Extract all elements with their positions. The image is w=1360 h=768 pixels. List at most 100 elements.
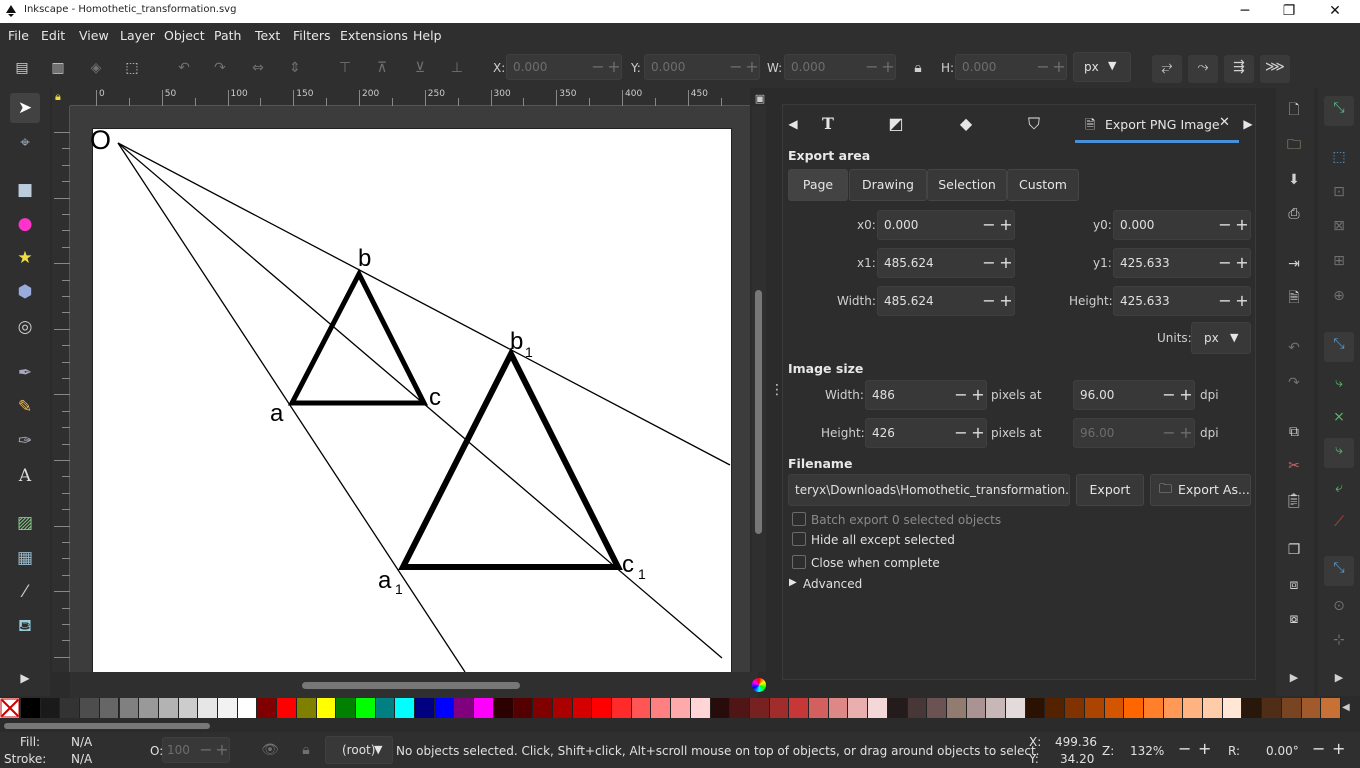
- flip-vertical-icon[interactable]: ⇕: [283, 56, 307, 80]
- snap-bbox-icon[interactable]: ⬚: [1327, 145, 1351, 169]
- snap-paths-icon[interactable]: ⤷: [1327, 371, 1351, 395]
- menu-help[interactable]: Help: [413, 28, 442, 43]
- color-swatch[interactable]: [769, 698, 790, 718]
- color-swatch[interactable]: [612, 698, 632, 718]
- 3d-box-tool-icon[interactable]: ⬢: [10, 277, 40, 307]
- color-swatch[interactable]: [434, 698, 455, 718]
- tab-export-png[interactable]: 🗎 Export PNG Image ✕: [1075, 105, 1239, 143]
- snap-nodes-icon[interactable]: ⤡: [1324, 332, 1354, 362]
- export-as-button[interactable]: 🗀 Export As...: [1150, 474, 1251, 506]
- color-swatch[interactable]: [395, 698, 416, 718]
- color-swatch[interactable]: [336, 698, 356, 718]
- raise-to-top-icon[interactable]: ⊤: [333, 56, 357, 80]
- color-swatch[interactable]: [454, 698, 475, 718]
- color-swatch[interactable]: [375, 698, 396, 718]
- color-swatch[interactable]: [474, 698, 494, 718]
- color-swatch[interactable]: [198, 698, 218, 718]
- color-swatch[interactable]: [927, 698, 947, 718]
- color-swatch[interactable]: [493, 698, 514, 718]
- snap-others-icon[interactable]: ⤡: [1324, 556, 1354, 586]
- clone-icon[interactable]: ⧈: [1282, 573, 1306, 597]
- document-properties-tab-icon[interactable]: ⛉: [1019, 105, 1049, 143]
- color-swatch[interactable]: [40, 698, 61, 718]
- y-field[interactable]: 0.000− +: [644, 54, 760, 80]
- color-swatch[interactable]: [1242, 698, 1263, 718]
- color-swatch[interactable]: [848, 698, 869, 718]
- fill-value[interactable]: N/A: [71, 735, 92, 749]
- x-field[interactable]: 0.000− +: [506, 54, 622, 80]
- y0-field[interactable]: 0.000− +: [1113, 210, 1251, 240]
- menu-filters[interactable]: Filters: [293, 28, 330, 43]
- unlink-clone-icon[interactable]: ⧇: [1282, 607, 1306, 631]
- menu-object[interactable]: Object: [164, 28, 205, 43]
- color-swatch[interactable]: [99, 698, 120, 718]
- stroke-value[interactable]: N/A: [71, 752, 92, 766]
- color-swatch[interactable]: [1163, 698, 1184, 718]
- tab-scroll-left-icon[interactable]: ◀: [785, 105, 801, 143]
- color-swatch[interactable]: [1065, 698, 1085, 718]
- palette-scrollbar[interactable]: [0, 720, 1360, 732]
- color-swatch[interactable]: [572, 698, 593, 718]
- color-swatch[interactable]: [237, 698, 258, 718]
- minimize-button[interactable]: ─: [1222, 0, 1268, 23]
- zoom-out-icon[interactable]: −: [1178, 739, 1191, 758]
- lock-icon[interactable]: 🔒︎: [906, 56, 930, 80]
- color-swatch[interactable]: [946, 698, 967, 718]
- selection-area-button[interactable]: Selection: [927, 169, 1007, 201]
- custom-area-button[interactable]: Custom: [1007, 169, 1079, 201]
- color-swatch[interactable]: [257, 698, 278, 718]
- color-swatch[interactable]: [592, 698, 613, 718]
- rectangle-tool-icon[interactable]: ■: [10, 175, 40, 205]
- dropper-tool-icon[interactable]: ⁄: [10, 577, 40, 607]
- opacity-field[interactable]: 100− +: [162, 737, 230, 763]
- snap-smooth-nodes-icon[interactable]: ⤶: [1327, 476, 1351, 500]
- color-swatch[interactable]: [513, 698, 534, 718]
- menu-path[interactable]: Path: [214, 28, 241, 43]
- area-width-field[interactable]: 485.624− +: [877, 286, 1015, 316]
- rotate-cw-icon[interactable]: ↷: [208, 56, 232, 80]
- close-window-button[interactable]: ✕: [1312, 0, 1358, 23]
- calligraphy-tool-icon[interactable]: ✑: [10, 426, 40, 456]
- lower-icon[interactable]: ⊻: [408, 56, 432, 80]
- snap-toggle-icon[interactable]: ⤡: [1324, 96, 1354, 126]
- page-area-button[interactable]: Page: [788, 169, 848, 201]
- snap-rotation-center-icon[interactable]: ⊹: [1327, 628, 1351, 652]
- move-gradients-icon[interactable]: ⇶: [1224, 55, 1254, 83]
- color-swatch[interactable]: [887, 698, 908, 718]
- menu-view[interactable]: View: [79, 28, 109, 43]
- select-all-layers-icon[interactable]: ▥: [46, 56, 70, 80]
- close-when-complete-checkbox[interactable]: [792, 555, 806, 569]
- copy-icon[interactable]: ⧉: [1282, 420, 1306, 444]
- color-swatch[interactable]: [1084, 698, 1105, 718]
- color-swatch[interactable]: [1203, 698, 1223, 718]
- color-swatch[interactable]: [1124, 698, 1144, 718]
- print-icon[interactable]: ⎙: [1282, 202, 1306, 226]
- color-swatch[interactable]: [316, 698, 337, 718]
- move-patterns-icon[interactable]: ⋙: [1260, 55, 1290, 83]
- no-paint-swatch[interactable]: [0, 698, 20, 718]
- menu-file[interactable]: File: [8, 28, 29, 43]
- palette-menu-icon[interactable]: ◀: [1342, 702, 1350, 713]
- menu-layer[interactable]: Layer: [120, 28, 155, 43]
- select-same-icon[interactable]: ⬚: [120, 56, 144, 80]
- y1-field[interactable]: 425.633− +: [1113, 248, 1251, 278]
- redo-icon[interactable]: ↷: [1282, 371, 1306, 395]
- vertical-scroll-thumb[interactable]: [755, 290, 762, 534]
- color-swatch[interactable]: [139, 698, 159, 718]
- duplicate-icon[interactable]: ❐: [1282, 538, 1306, 562]
- color-swatch[interactable]: [1025, 698, 1046, 718]
- toggle-layer-lock-icon[interactable]: 🔒︎: [294, 738, 318, 762]
- layer-select[interactable]: (root) ▼: [325, 736, 393, 764]
- menu-edit[interactable]: Edit: [41, 28, 65, 43]
- open-document-icon[interactable]: 🗀: [1282, 133, 1306, 157]
- snap-intersections-icon[interactable]: ⨯: [1327, 405, 1351, 429]
- color-swatch[interactable]: [1321, 698, 1341, 718]
- filename-input[interactable]: teryx\Downloads\Homothetic_transformatio…: [788, 474, 1070, 506]
- color-swatch[interactable]: [1045, 698, 1066, 718]
- pencil-tool-icon[interactable]: ✎: [10, 392, 40, 422]
- color-swatch[interactable]: [1143, 698, 1164, 718]
- advanced-expander[interactable]: Advanced: [803, 577, 862, 591]
- color-swatch[interactable]: [60, 698, 81, 718]
- fill-stroke-tab-icon[interactable]: ◩: [881, 105, 911, 143]
- ellipse-tool-icon[interactable]: ●: [10, 209, 40, 239]
